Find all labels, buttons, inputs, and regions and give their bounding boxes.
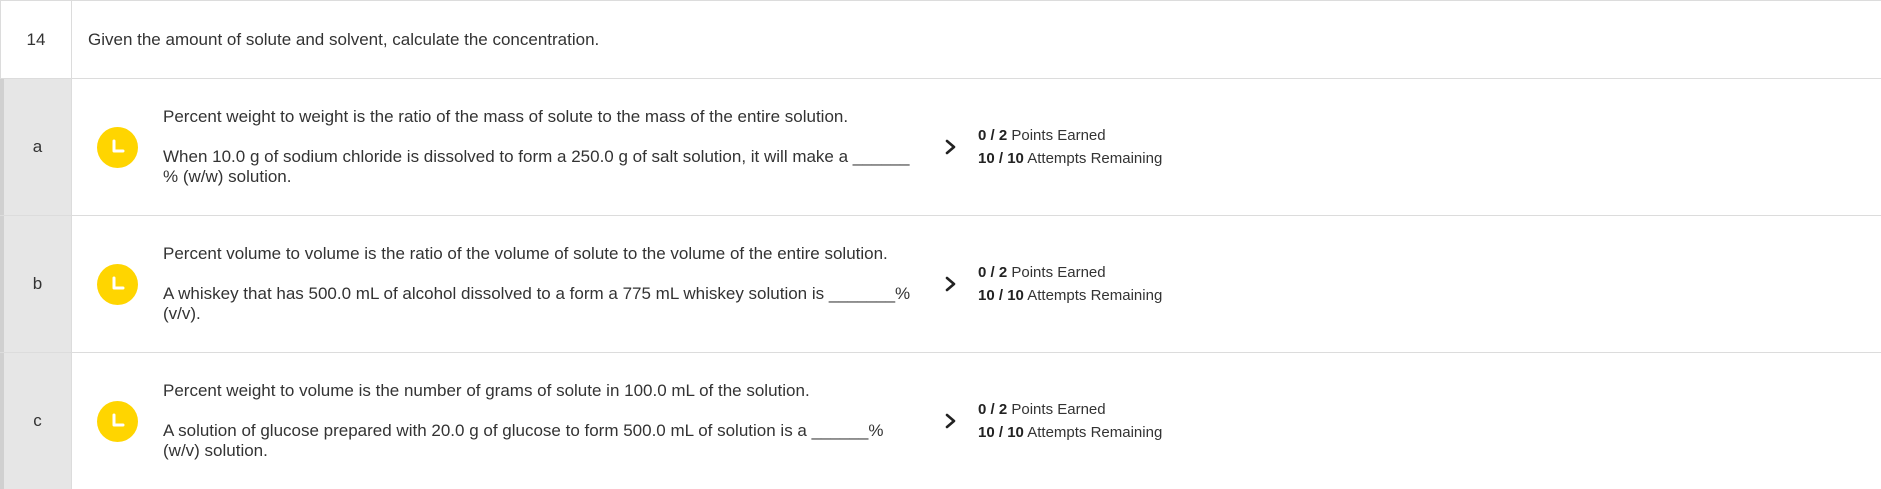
points-earned: 0 / 2 Points Earned	[978, 264, 1106, 281]
chevron-right-icon	[945, 276, 955, 292]
score-summary: 0 / 2 Points Earned 10 / 10 Attempts Rem…	[978, 79, 1162, 215]
question-part-c: c Percent weight to volume is the number…	[0, 353, 1881, 489]
status-cell	[72, 79, 163, 215]
status-cell	[72, 216, 163, 352]
clock-icon	[97, 126, 138, 168]
points-earned: 0 / 2 Points Earned	[978, 401, 1106, 418]
part-question: A whiskey that has 500.0 mL of alcohol d…	[163, 284, 911, 323]
part-intro: Percent weight to weight is the ratio of…	[163, 107, 849, 126]
part-label: a	[0, 79, 72, 215]
part-text: Percent volume to volume is the ratio of…	[163, 216, 923, 352]
question-part-a: a Percent weight to weight is the ratio …	[0, 79, 1881, 216]
attempts-remaining: 10 / 10 Attempts Remaining	[978, 150, 1163, 167]
expand-part-button[interactable]	[923, 79, 978, 215]
question-number: 14	[0, 1, 72, 78]
question-part-b: b Percent volume to volume is the ratio …	[0, 216, 1881, 353]
points-earned: 0 / 2 Points Earned	[978, 127, 1106, 144]
part-intro: Percent weight to volume is the number o…	[163, 381, 810, 400]
question-prompt: Given the amount of solute and solvent, …	[88, 29, 600, 49]
expand-part-button[interactable]	[923, 353, 978, 489]
score-summary: 0 / 2 Points Earned 10 / 10 Attempts Rem…	[978, 353, 1162, 489]
part-text: Percent weight to volume is the number o…	[163, 353, 923, 489]
score-summary: 0 / 2 Points Earned 10 / 10 Attempts Rem…	[978, 216, 1162, 352]
part-label: b	[0, 216, 72, 352]
part-question: When 10.0 g of sodium chloride is dissol…	[163, 147, 910, 186]
expand-part-button[interactable]	[923, 216, 978, 352]
part-question: A solution of glucose prepared with 20.0…	[163, 421, 884, 460]
chevron-right-icon	[945, 139, 955, 155]
part-intro: Percent volume to volume is the ratio of…	[163, 244, 888, 263]
status-cell	[72, 353, 163, 489]
clock-icon	[97, 263, 138, 305]
attempts-remaining: 10 / 10 Attempts Remaining	[978, 424, 1163, 441]
question-block: 14 Given the amount of solute and solven…	[0, 0, 1881, 489]
clock-icon	[97, 400, 138, 442]
part-text: Percent weight to weight is the ratio of…	[163, 79, 923, 215]
question-header: 14 Given the amount of solute and solven…	[0, 0, 1881, 79]
attempts-remaining: 10 / 10 Attempts Remaining	[978, 287, 1163, 304]
part-label: c	[0, 353, 72, 489]
chevron-right-icon	[945, 413, 955, 429]
